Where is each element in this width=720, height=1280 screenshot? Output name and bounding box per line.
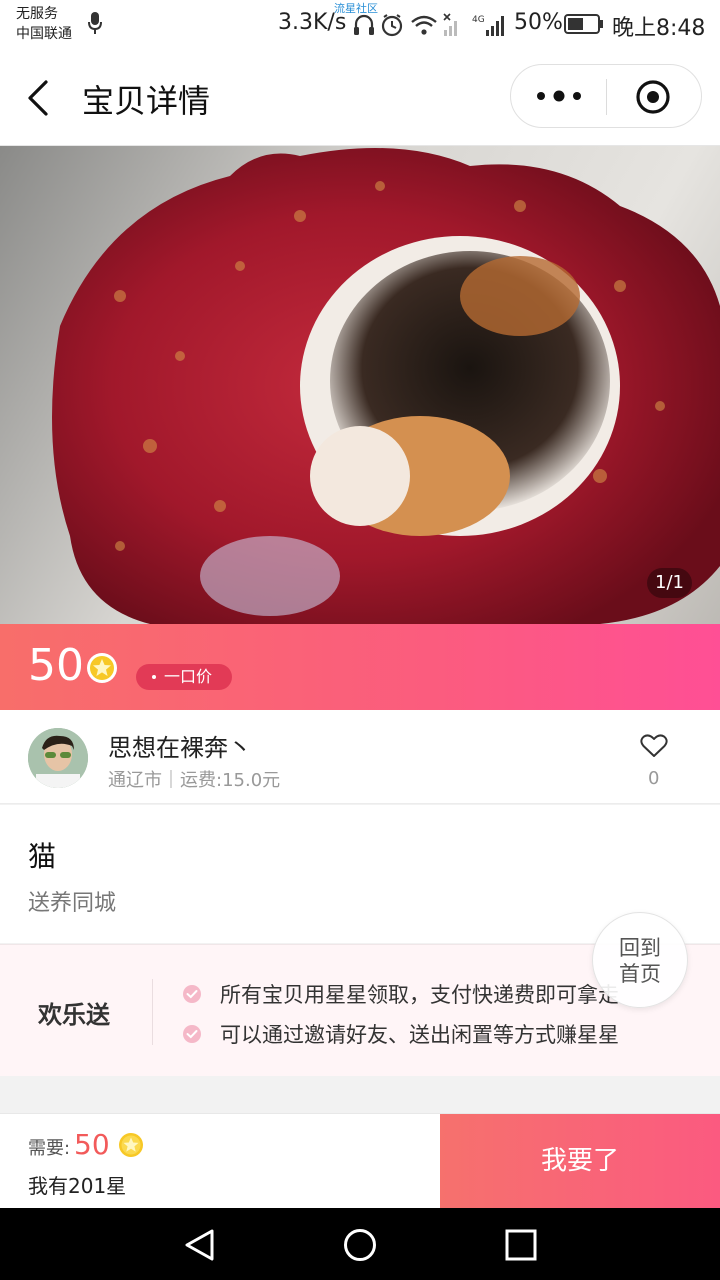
star-coin-icon	[119, 1133, 143, 1157]
status-icons: 4G	[354, 13, 504, 37]
nav-bar: 宝贝详情	[0, 50, 720, 146]
carrier-info: 无服务 中国联通	[16, 4, 72, 44]
headphone-icon	[354, 14, 374, 35]
section-gap	[0, 1077, 720, 1113]
seller-location-shipping: 通辽市｜运费:15.0元	[108, 770, 281, 791]
capsule-divider	[606, 79, 607, 115]
required-stars: 50	[74, 1128, 110, 1161]
promo-rule-2: 可以通过邀请好友、送出闲置等方式赚星星	[182, 1019, 619, 1049]
check-circle-icon	[183, 1025, 201, 1043]
my-stars: 我有201星	[28, 1174, 127, 1198]
bottom-action-bar: 需要: 50 我有201星 我要了	[0, 1113, 720, 1209]
signal-icon	[486, 16, 504, 36]
system-navigation-bar	[0, 1208, 720, 1280]
status-bar: 无服务 中国联通 流星社区 3.3K/s 4G 50% 晚上8:48	[0, 0, 720, 50]
network-type: 4G	[472, 15, 485, 25]
promo-rule-2-text: 可以通过邀请好友、送出闲置等方式赚星星	[220, 1023, 619, 1047]
heart-icon[interactable]	[640, 734, 668, 758]
required-label: 需要:	[28, 1138, 71, 1159]
want-it-button[interactable]: 我要了	[440, 1114, 720, 1209]
network-speed: 3.3K/s	[278, 10, 347, 35]
carrier-line-2: 中国联通	[16, 26, 72, 42]
price-band: 50 一口价	[0, 624, 720, 710]
seller-name[interactable]: 思想在裸奔丶	[108, 728, 252, 763]
cat-photo	[52, 148, 720, 624]
wifi-icon	[411, 15, 437, 35]
recents-square-icon[interactable]	[502, 1228, 538, 1262]
back-to-home-button[interactable]: 回到 首页	[592, 912, 688, 1008]
close-target-icon[interactable]	[635, 79, 671, 115]
carrier-line-1: 无服务	[16, 6, 58, 22]
check-circle-icon	[183, 985, 201, 1003]
price-value: 50	[28, 640, 84, 691]
battery-percent: 50%	[514, 10, 563, 35]
home-button-line-2: 首页	[619, 962, 661, 986]
item-title: 猫	[28, 840, 57, 873]
promo-divider	[152, 979, 153, 1045]
battery-icon	[564, 14, 603, 34]
promo-label: 欢乐送	[38, 1001, 110, 1029]
fixed-price-tag: 一口价	[136, 664, 233, 690]
mini-program-capsule	[510, 64, 702, 128]
page-title: 宝贝详情	[82, 82, 211, 120]
signal-empty-icon	[443, 13, 457, 36]
clock: 晚上8:48	[612, 16, 706, 41]
like-count: 0	[648, 768, 660, 789]
back-arrow-icon[interactable]	[22, 78, 58, 118]
back-triangle-icon[interactable]	[182, 1228, 218, 1262]
more-icon[interactable]	[533, 85, 585, 107]
image-page-indicator: 1/1	[647, 568, 692, 598]
product-image[interactable]: 1/1	[0, 146, 720, 624]
avatar[interactable]	[28, 728, 88, 788]
promo-rule-1-text: 所有宝贝用星星领取，支付快递费即可拿走	[220, 983, 619, 1007]
seller-row[interactable]: 思想在裸奔丶 通辽市｜运费:15.0元 0	[0, 710, 720, 804]
alarm-icon	[381, 14, 403, 37]
star-coin-icon	[87, 653, 117, 683]
promo-rule-1: 所有宝贝用星星领取，支付快递费即可拿走	[182, 979, 619, 1009]
microphone-icon	[88, 12, 102, 34]
item-description: 送养同城	[28, 891, 117, 916]
home-button-line-1: 回到	[619, 936, 661, 960]
home-circle-icon[interactable]	[342, 1228, 378, 1262]
